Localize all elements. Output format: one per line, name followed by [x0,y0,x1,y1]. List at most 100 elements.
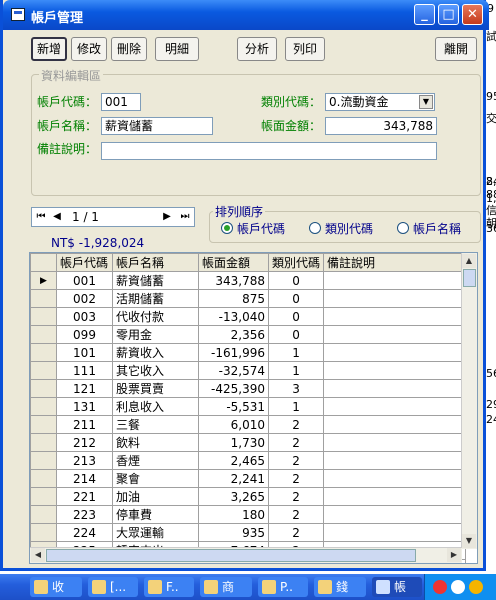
cell-account-name[interactable]: 聚會 [112,469,199,488]
cell-account-code[interactable]: 002 [56,289,113,308]
cell-account-name[interactable]: 活期儲蓄 [112,289,199,308]
chevron-down-icon[interactable]: ▼ [419,95,433,109]
print-button[interactable]: 列印 [285,37,325,61]
taskbar-item[interactable]: 收 [30,577,82,597]
cell-account-code[interactable]: 099 [56,325,113,344]
cell-account-code[interactable]: 003 [56,307,113,326]
cell-type-code[interactable]: 0 [267,307,325,326]
scroll-up-icon[interactable]: ▲ [462,254,476,268]
row-indicator[interactable] [30,505,57,524]
cell-account-code[interactable]: 131 [56,397,113,416]
cell-amount[interactable]: 935 [198,523,269,542]
scroll-left-icon[interactable]: ◀ [31,548,45,562]
cell-account-code[interactable]: 211 [56,415,113,434]
cell-account-code[interactable]: 001 [56,271,113,290]
table-row[interactable]: 221 加油 3,265 2 [30,487,467,506]
row-indicator[interactable] [30,289,57,308]
taskbar-item-active[interactable]: 帳 [372,577,422,597]
cell-note[interactable] [323,343,467,362]
table-row[interactable]: 121 股票買賣 -425,390 3 [30,379,467,398]
close-button[interactable]: ✕ [462,4,483,25]
detail-button[interactable]: 明細 [155,37,199,61]
cell-amount[interactable]: -5,531 [198,397,269,416]
column-header[interactable]: 類別代碼 [267,253,325,272]
cell-note[interactable] [323,433,467,452]
scroll-down-icon[interactable]: ▼ [462,534,476,548]
cell-note[interactable] [323,451,467,470]
cell-account-name[interactable]: 大眾運輸 [112,523,199,542]
row-indicator[interactable] [30,451,57,470]
cell-amount[interactable]: 343,788 [198,271,269,290]
first-record-icon[interactable]: ⏮ [34,209,48,225]
cell-account-name[interactable]: 薪資儲蓄 [112,271,199,290]
type-code-combo[interactable]: 0.流動資金 ▼ [325,93,435,111]
cell-account-name[interactable]: 加油 [112,487,199,506]
maximize-button[interactable]: □ [438,4,459,25]
table-row[interactable]: 002 活期儲蓄 875 0 [30,289,467,308]
cell-account-code[interactable]: 213 [56,451,113,470]
note-field[interactable] [101,142,437,160]
cell-type-code[interactable]: 2 [267,451,325,470]
table-row[interactable]: 212 飲料 1,730 2 [30,433,467,452]
horizontal-scrollbar[interactable]: ◀ ▶ [30,547,462,563]
cell-amount[interactable]: 2,356 [198,325,269,344]
tray-icon[interactable] [451,580,465,594]
cell-note[interactable] [323,487,467,506]
cell-type-code[interactable]: 0 [267,325,325,344]
amount-field[interactable]: 343,788 [325,117,437,135]
cell-account-code[interactable]: 101 [56,343,113,362]
column-header[interactable]: 帳面金額 [198,253,269,272]
next-record-icon[interactable]: ▶ [160,209,174,225]
sort-by-name-radio[interactable]: 帳戶名稱 [397,220,461,237]
row-indicator[interactable] [30,469,57,488]
cell-note[interactable] [323,523,467,542]
taskbar-item[interactable]: F.. [144,577,194,597]
row-indicator[interactable] [30,397,57,416]
cell-amount[interactable]: 2,241 [198,469,269,488]
cell-type-code[interactable]: 2 [267,415,325,434]
title-bar[interactable]: 帳戶管理 _ □ ✕ [3,0,489,30]
exit-button[interactable]: 離開 [435,37,477,61]
cell-note[interactable] [323,325,467,344]
cell-account-name[interactable]: 其它收入 [112,361,199,380]
current-row-indicator-icon[interactable]: ▶ [30,271,57,290]
column-header[interactable]: 備註說明 [323,253,467,272]
table-row[interactable]: 214 聚會 2,241 2 [30,469,467,488]
scroll-right-icon[interactable]: ▶ [447,548,461,562]
sort-by-code-radio[interactable]: 帳戶代碼 [221,220,285,237]
cell-account-name[interactable]: 三餐 [112,415,199,434]
cell-note[interactable] [323,271,467,290]
tray-icon[interactable] [469,580,483,594]
cell-account-name[interactable]: 股票買賣 [112,379,199,398]
table-row[interactable]: 223 停車費 180 2 [30,505,467,524]
prev-record-icon[interactable]: ◀ [50,209,64,225]
cell-account-code[interactable]: 121 [56,379,113,398]
cell-note[interactable] [323,415,467,434]
cell-account-code[interactable]: 221 [56,487,113,506]
cell-account-name[interactable]: 停車費 [112,505,199,524]
column-header[interactable]: 帳戶代碼 [56,253,113,272]
cell-amount[interactable]: 1,730 [198,433,269,452]
cell-account-name[interactable]: 香煙 [112,451,199,470]
cell-type-code[interactable]: 2 [267,523,325,542]
cell-type-code[interactable]: 2 [267,487,325,506]
cell-note[interactable] [323,469,467,488]
taskbar-item[interactable]: P.. [258,577,308,597]
table-row[interactable]: 131 利息收入 -5,531 1 [30,397,467,416]
taskbar-item[interactable]: 錢 [314,577,366,597]
cell-account-name[interactable]: 代收付款 [112,307,199,326]
vertical-scrollbar[interactable]: ▲ ▼ [461,253,477,549]
cell-type-code[interactable]: 1 [267,397,325,416]
analyze-button[interactable]: 分析 [237,37,277,61]
cell-amount[interactable]: -161,996 [198,343,269,362]
cell-amount[interactable]: -13,040 [198,307,269,326]
row-indicator[interactable] [30,433,57,452]
taskbar-item[interactable]: [... [88,577,138,597]
delete-button[interactable]: 刪除 [111,37,147,61]
table-row[interactable]: 111 其它收入 -32,574 1 [30,361,467,380]
last-record-icon[interactable]: ⏭ [178,209,192,225]
new-button[interactable]: 新增 [31,37,67,61]
row-indicator[interactable] [30,379,57,398]
tray-icon[interactable] [433,580,447,594]
account-name-field[interactable]: 薪資儲蓄 [101,117,213,135]
